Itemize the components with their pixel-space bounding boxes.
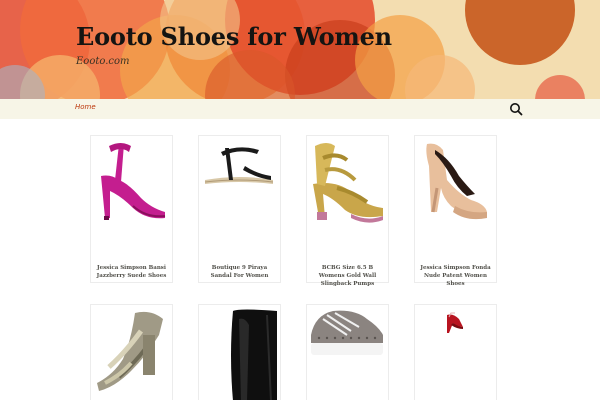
product-card[interactable]: BCBG Size 6.5 B Womens Gold Wall Slingba… (306, 135, 389, 287)
site-description: Eooto.com (76, 56, 130, 67)
product-card[interactable]: Jessica Simpson Bansi Jazzberry Suede Sh… (90, 135, 173, 283)
search-icon[interactable] (508, 101, 524, 117)
product-card[interactable]: Jessica Simpson Fonda Nude Patent Women … (414, 135, 497, 287)
product-card[interactable]: Boutique 9 Piraya Sandal For Women (198, 135, 281, 283)
navigation-bar: Home (0, 99, 600, 119)
product-card[interactable] (414, 304, 497, 400)
product-image[interactable] (91, 136, 172, 256)
product-image[interactable] (199, 136, 280, 256)
nav-item-home[interactable]: Home (75, 103, 96, 111)
product-image[interactable] (307, 136, 388, 256)
product-name[interactable]: BCBG Size 6.5 B Womens Gold Wall Slingba… (311, 264, 384, 288)
product-name[interactable]: Jessica Simpson Bansi Jazzberry Suede Sh… (95, 264, 168, 280)
product-card[interactable] (90, 304, 173, 400)
product-card[interactable] (306, 304, 389, 400)
product-image[interactable] (91, 305, 172, 400)
product-card[interactable] (198, 304, 281, 400)
product-image[interactable] (415, 136, 496, 256)
site-header: Eooto Shoes for Women Eooto.com (0, 0, 600, 99)
product-name[interactable]: Boutique 9 Piraya Sandal For Women (203, 264, 276, 280)
product-image[interactable] (415, 305, 496, 400)
product-name[interactable]: Jessica Simpson Fonda Nude Patent Women … (419, 264, 492, 288)
product-image[interactable] (199, 305, 280, 400)
site-title[interactable]: Eooto Shoes for Women (76, 22, 392, 51)
product-image[interactable] (307, 305, 388, 400)
